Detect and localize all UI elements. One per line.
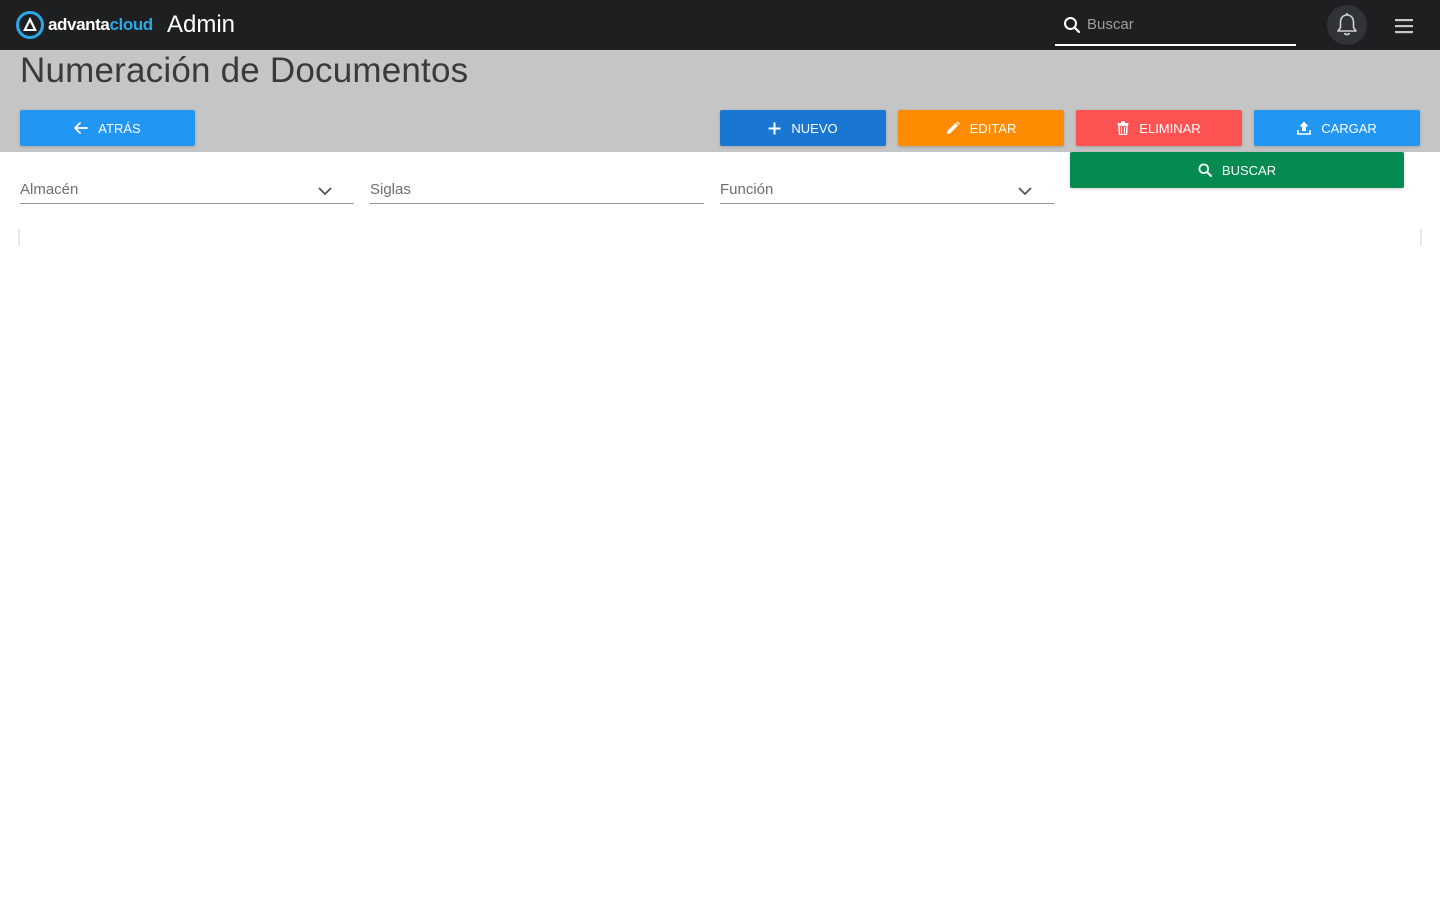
search-button-label: BUSCAR [1221,162,1277,178]
main-menu-button[interactable] [1391,15,1417,37]
table-border-left [18,229,20,246]
search-button[interactable]: BUSCAR [1070,152,1404,188]
funcion-select[interactable]: Función [720,176,1054,204]
almacen-label: Almacén [20,181,79,198]
pencil-icon [946,121,960,134]
upload-icon [1297,121,1311,135]
new-button[interactable]: NUEVO [720,110,886,146]
edit-button-label: EDITAR [969,120,1017,136]
back-button-label: ATRÁS [98,120,141,136]
back-button[interactable]: ATRÁS [20,110,195,146]
app-logo[interactable]: advantacloud [16,11,153,39]
bell-icon [1337,13,1357,36]
search-icon [1198,163,1212,177]
advantacloud-logo-icon [16,11,44,39]
upload-button[interactable]: CARGAR [1254,110,1420,146]
chevron-down-icon [1018,187,1032,196]
siglas-field[interactable]: Siglas [370,176,704,204]
delete-button[interactable]: ELIMINAR [1076,110,1242,146]
almacen-select[interactable]: Almacén [20,176,354,204]
app-title: Admin [167,11,236,38]
search-icon [1063,16,1081,39]
upload-button-label: CARGAR [1321,120,1377,136]
hamburger-menu-icon [1395,19,1413,34]
siglas-label: Siglas [370,181,411,198]
top-app-bar: advantacloud Admin [0,0,1440,50]
results-table [18,229,1422,246]
logo-wordmark: advantacloud [48,15,153,34]
arrow-left-icon [74,122,89,134]
delete-button-label: ELIMINAR [1139,120,1201,136]
trash-icon [1117,121,1129,135]
plus-icon [768,122,781,134]
table-border-right [1420,229,1422,246]
edit-button[interactable]: EDITAR [898,110,1064,146]
notifications-button[interactable] [1327,5,1367,45]
chevron-down-icon [318,187,332,196]
new-button-label: NUEVO [791,120,838,136]
global-search [1055,4,1296,46]
search-input[interactable] [1087,12,1287,36]
page-title: Numeración de Documentos [20,51,469,90]
funcion-label: Función [720,181,774,198]
